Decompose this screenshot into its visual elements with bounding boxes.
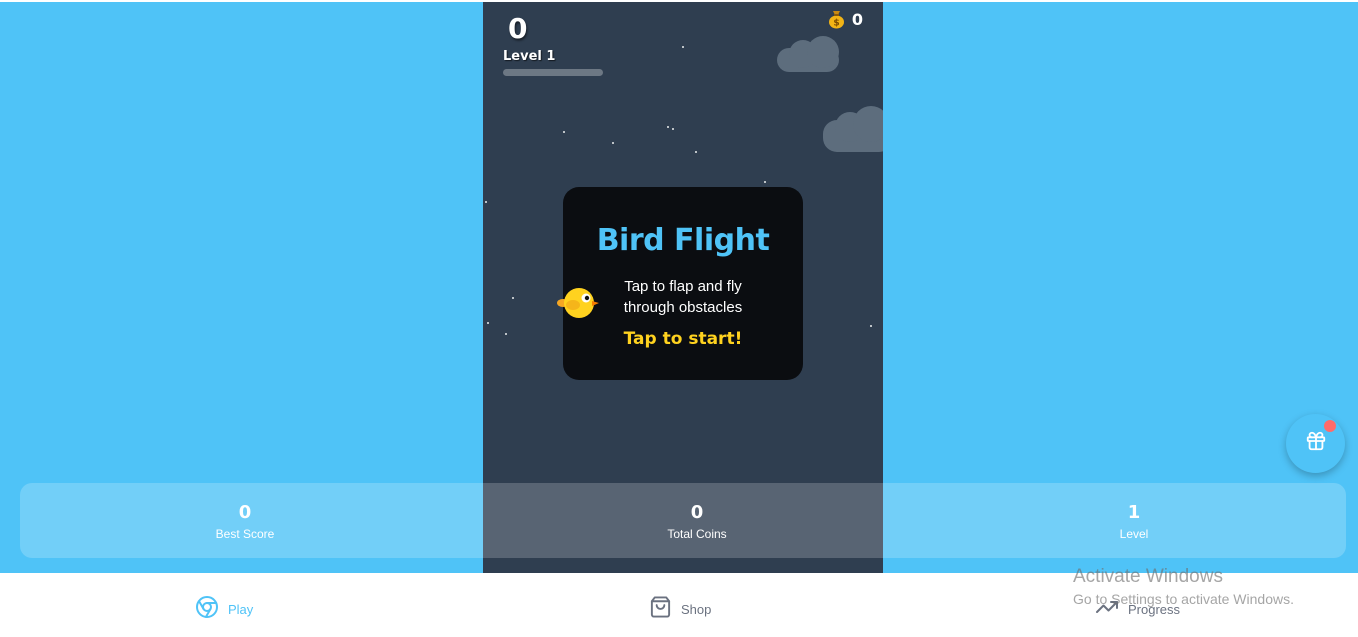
star <box>682 46 684 48</box>
cloud <box>777 36 843 72</box>
start-overlay[interactable]: Bird Flight Tap to flap and fly through … <box>563 187 803 380</box>
stats-panel: 0 Best Score 0 Total Coins 1 Level <box>20 483 1346 558</box>
star <box>505 333 507 335</box>
coin-counter: $ 0 <box>828 9 863 29</box>
nav-shop-label: Shop <box>681 602 712 617</box>
nav-shop[interactable]: Shop <box>649 595 711 624</box>
level-label: Level 1 <box>503 49 556 64</box>
level-value: 1 <box>1127 502 1141 523</box>
level-stat-label: Level <box>1119 527 1149 541</box>
watermark-subtitle: Go to Settings to activate Windows. <box>1073 591 1294 607</box>
shopping-bag-icon <box>649 595 672 624</box>
star <box>512 297 514 299</box>
watermark-title: Activate Windows <box>1073 566 1223 587</box>
coin-count: 0 <box>851 9 863 29</box>
star <box>870 325 872 327</box>
nav-play-label: Play <box>228 602 254 617</box>
star <box>764 181 766 183</box>
gift-icon <box>1305 430 1327 457</box>
notification-dot <box>1324 420 1336 432</box>
best-score-value: 0 <box>238 502 252 523</box>
star <box>672 128 674 130</box>
money-bag-icon: $ <box>828 9 845 29</box>
star <box>612 142 614 144</box>
svg-text:$: $ <box>833 19 839 29</box>
stat-best-score: 0 Best Score <box>95 483 395 541</box>
cloud <box>823 106 883 152</box>
total-coins-value: 0 <box>690 502 704 523</box>
star <box>563 131 565 133</box>
star <box>487 322 489 324</box>
star <box>485 201 487 203</box>
star <box>667 126 669 128</box>
best-score-label: Best Score <box>215 527 275 541</box>
level-progress-bar <box>503 69 603 76</box>
gift-button[interactable] <box>1286 414 1345 473</box>
bird-sprite <box>555 286 601 320</box>
tap-to-start-prompt[interactable]: Tap to start! <box>563 329 803 349</box>
start-instructions: Tap to flap and fly through obstacles <box>623 278 743 316</box>
nav-play[interactable]: Play <box>195 595 253 624</box>
star <box>695 151 697 153</box>
game-title: Bird Flight <box>596 223 770 258</box>
current-score: 0 <box>508 12 528 45</box>
total-coins-label: Total Coins <box>667 527 727 541</box>
stat-level: 1 Level <box>984 483 1284 541</box>
stat-total-coins: 0 Total Coins <box>547 483 847 541</box>
windows-activation-watermark: Activate Windows Go to Settings to activ… <box>1073 566 1294 607</box>
chrome-icon <box>195 595 219 624</box>
